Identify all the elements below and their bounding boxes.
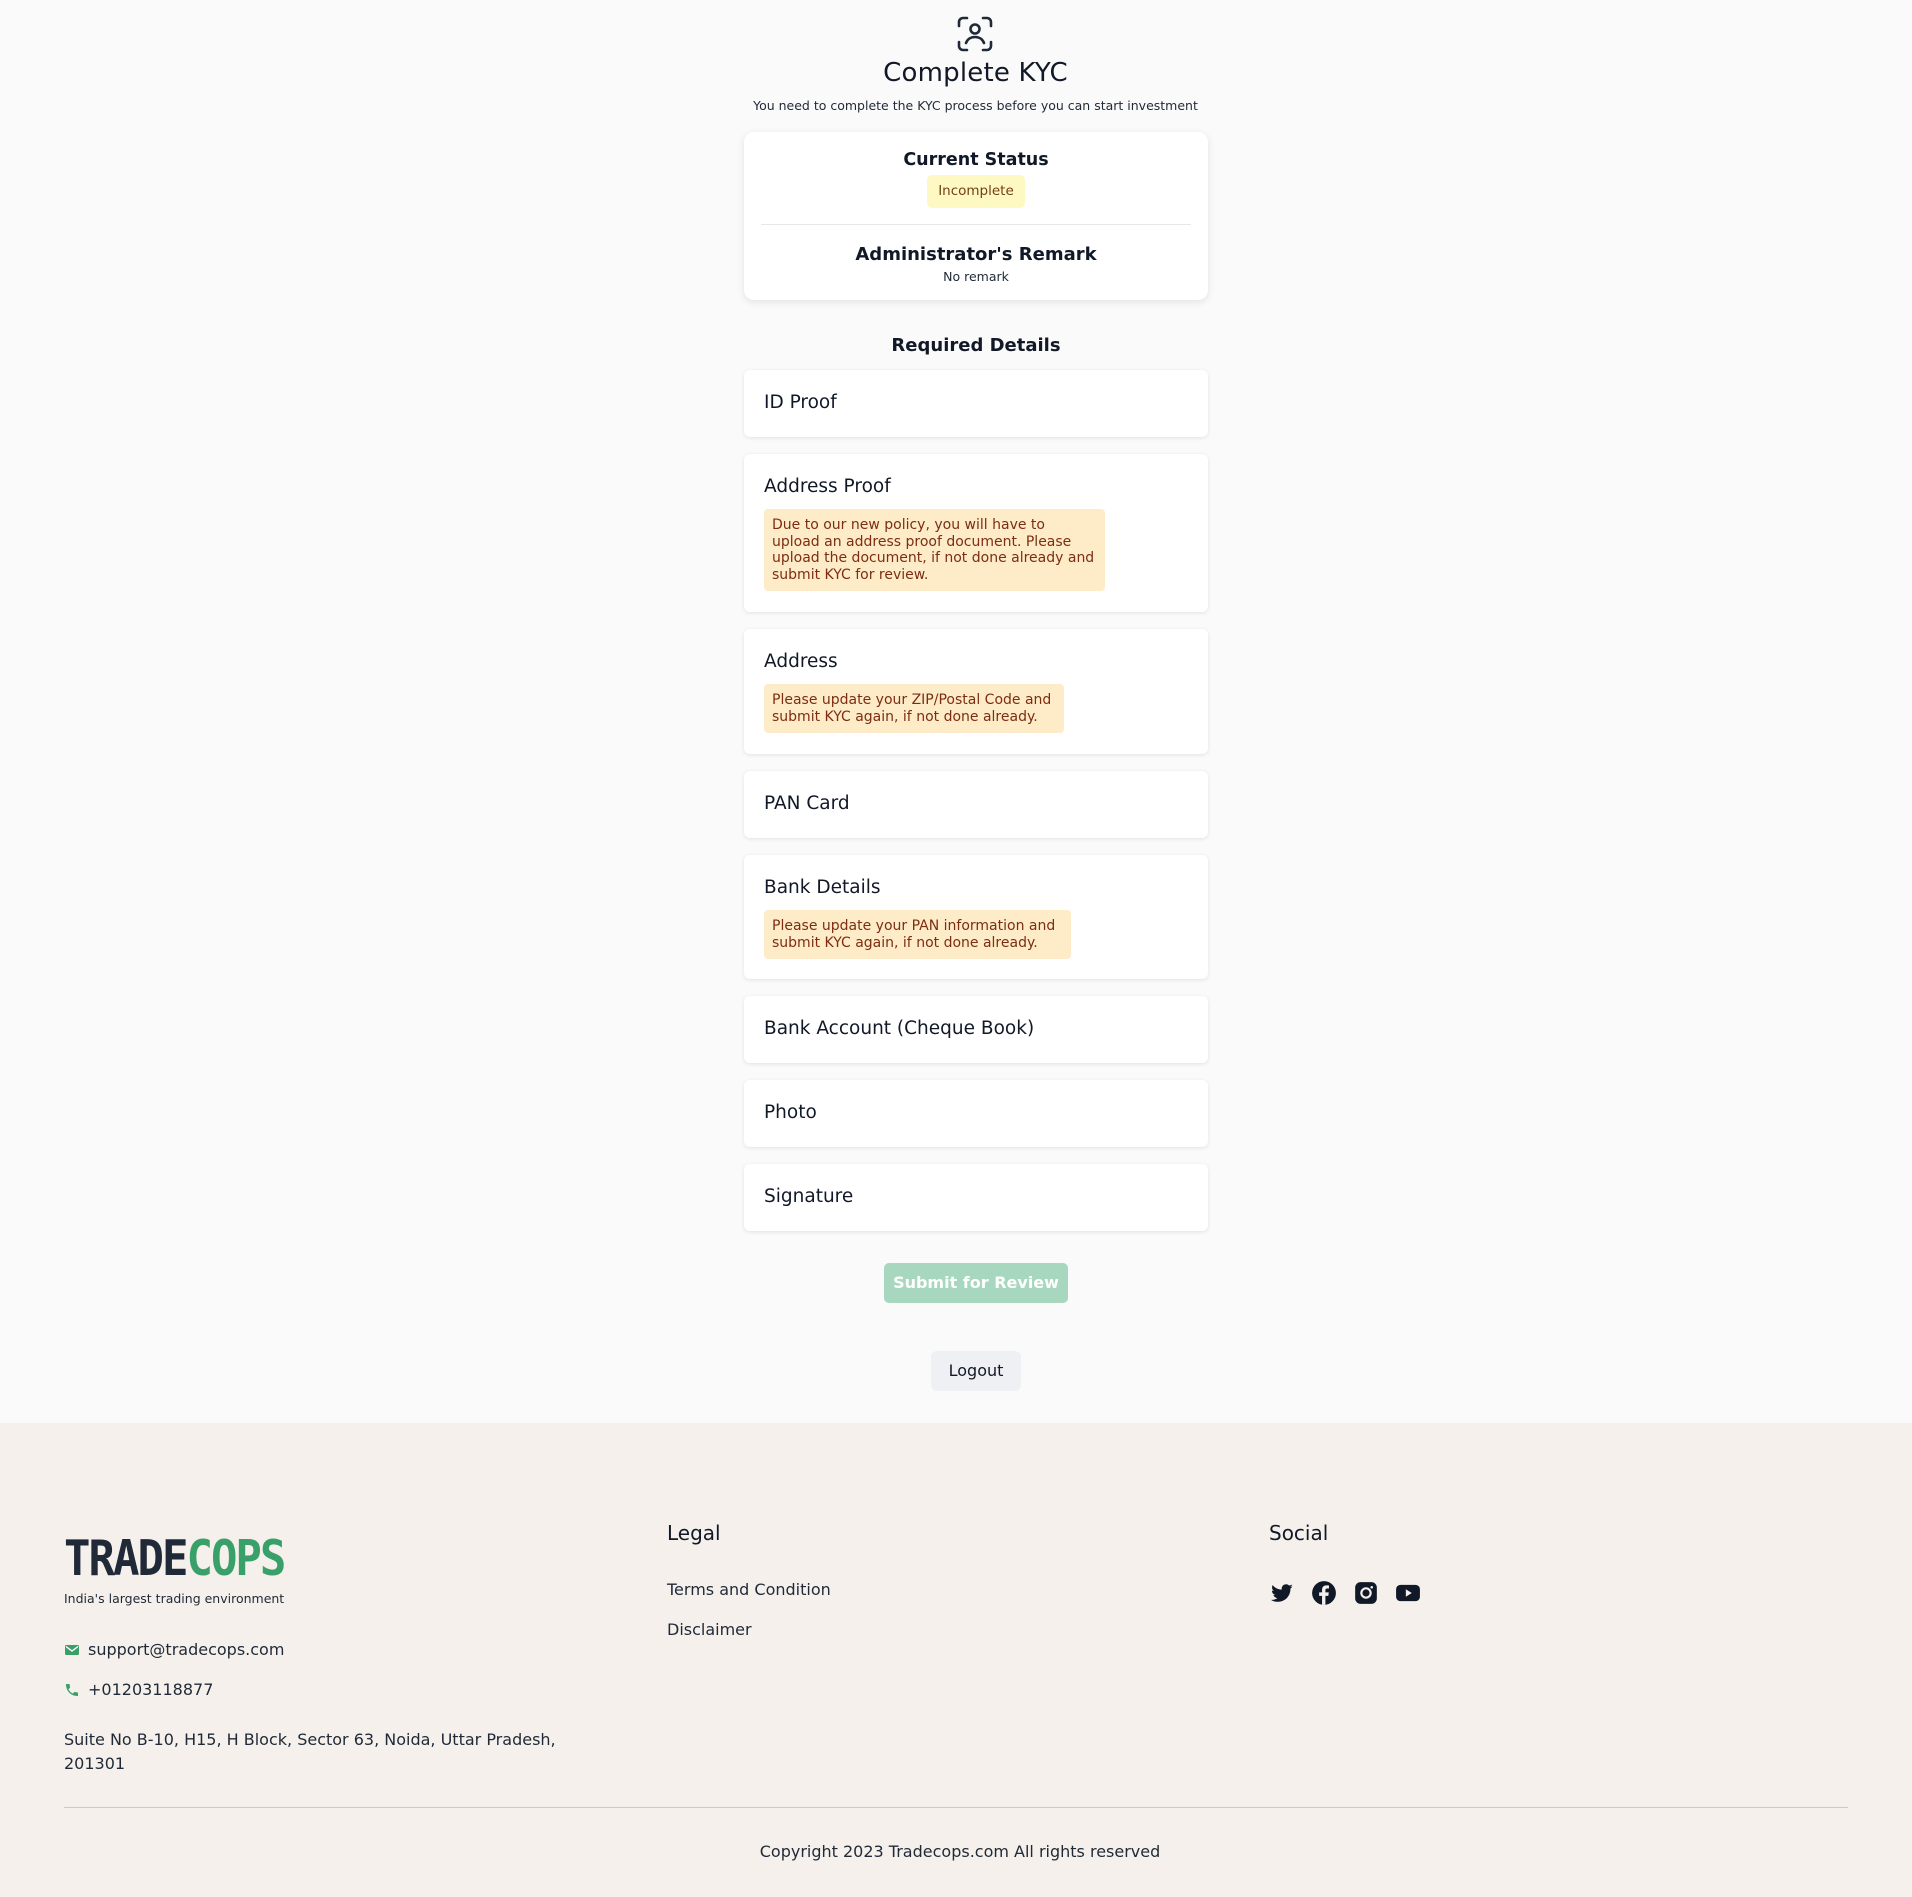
instagram-icon[interactable] <box>1353 1580 1379 1606</box>
kyc-item-label: ID Proof <box>764 392 837 413</box>
footer-divider <box>64 1807 1848 1808</box>
footer-tagline: India's largest trading environment <box>64 1591 285 1606</box>
facebook-icon[interactable] <box>1311 1580 1337 1606</box>
footer-email-text: support@tradecops.com <box>88 1640 285 1659</box>
logo-part-cops: COPS <box>186 1530 286 1588</box>
kyc-item-notice: Please update your ZIP/Postal Code and s… <box>764 684 1064 733</box>
kyc-item-id-proof[interactable]: ID Proof <box>744 370 1208 437</box>
status-badge: Incomplete <box>927 175 1025 208</box>
kyc-item-label: Bank Details <box>764 877 881 898</box>
required-details-heading: Required Details <box>891 335 1061 356</box>
kyc-item-label: Bank Account (Cheque Book) <box>764 1018 1035 1039</box>
kyc-item-notice: Please update your PAN information and s… <box>764 910 1071 959</box>
kyc-item-notice: Due to our new policy, you will have to … <box>764 509 1105 591</box>
youtube-icon[interactable] <box>1395 1580 1421 1606</box>
footer-address: Suite No B-10, H15, H Block, Sector 63, … <box>64 1730 556 1773</box>
mail-icon <box>65 1644 79 1655</box>
admin-remark-value: No remark <box>943 269 1009 284</box>
status-divider <box>761 224 1191 225</box>
submit-for-review-button[interactable]: Submit for Review <box>884 1263 1068 1303</box>
disclaimer-link[interactable]: Disclaimer <box>667 1620 752 1639</box>
admin-remark-label: Administrator's Remark <box>855 244 1097 265</box>
kyc-item-address-proof[interactable]: Address Proof Due to our new policy, you… <box>744 454 1208 612</box>
logout-button[interactable]: Logout <box>931 1351 1021 1391</box>
footer <box>0 1423 1912 1897</box>
current-status-label: Current Status <box>903 150 1049 170</box>
kyc-item-label: Address Proof <box>764 476 891 497</box>
footer-phone[interactable]: +01203118877 <box>64 1680 213 1699</box>
tradecops-logo[interactable]: TRADECOPS <box>64 1530 286 1588</box>
kyc-item-address[interactable]: Address Please update your ZIP/Postal Co… <box>744 629 1208 754</box>
face-scan-icon <box>957 16 993 52</box>
copyright: Copyright 2023 Tradecops.com All rights … <box>759 1842 1161 1861</box>
kyc-item-photo[interactable]: Photo <box>744 1080 1208 1147</box>
kyc-item-label: Photo <box>764 1102 817 1123</box>
social-icons <box>1269 1580 1421 1606</box>
page-subtitle: You need to complete the KYC process bef… <box>753 98 1198 113</box>
terms-link[interactable]: Terms and Condition <box>667 1580 831 1599</box>
kyc-item-label: Address <box>764 651 838 672</box>
legal-heading: Legal <box>667 1521 721 1545</box>
main-content: Complete KYC You need to complete the KY… <box>0 0 1912 1423</box>
footer-email[interactable]: support@tradecops.com <box>64 1640 284 1659</box>
social-heading: Social <box>1269 1521 1329 1545</box>
logo-part-trade: TRADE <box>64 1530 188 1588</box>
twitter-icon[interactable] <box>1269 1580 1295 1606</box>
footer-phone-text: +01203118877 <box>88 1680 214 1699</box>
phone-icon <box>66 1683 78 1696</box>
kyc-item-bank-account[interactable]: Bank Account (Cheque Book) <box>744 996 1208 1063</box>
kyc-item-label: Signature <box>764 1186 854 1207</box>
kyc-item-pan-card[interactable]: PAN Card <box>744 771 1208 838</box>
kyc-item-bank-details[interactable]: Bank Details Please update your PAN info… <box>744 855 1208 979</box>
kyc-item-label: PAN Card <box>764 793 850 814</box>
kyc-item-signature[interactable]: Signature <box>744 1164 1208 1231</box>
page-title: Complete KYC <box>883 58 1068 88</box>
